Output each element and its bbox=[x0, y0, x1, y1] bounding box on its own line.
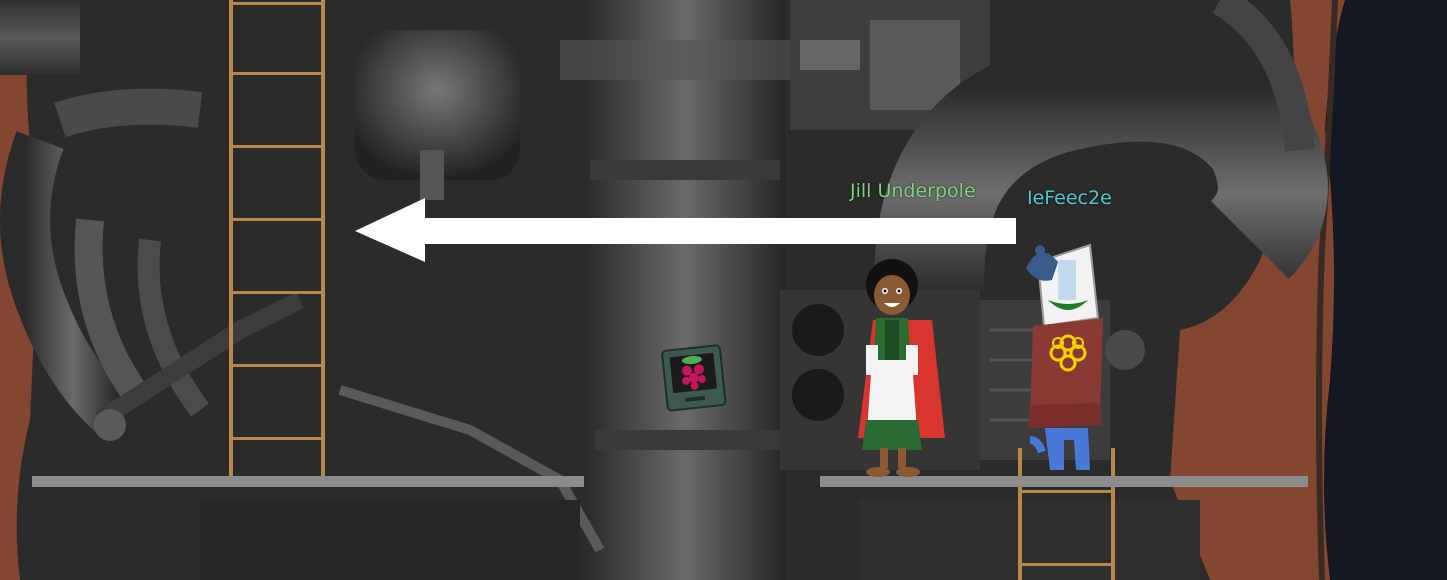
night-strip bbox=[1316, 0, 1447, 580]
platform-right[interactable] bbox=[820, 476, 1308, 487]
player-name-jill: Jill Underpole bbox=[850, 180, 976, 202]
raspberry-pi-terminal[interactable] bbox=[661, 344, 727, 412]
player-name-iefeec2e: IeFeec2e bbox=[1027, 187, 1112, 209]
game-scene[interactable]: Jill Underpole IeFeec2e bbox=[0, 0, 1447, 580]
platform-left[interactable] bbox=[32, 476, 584, 487]
